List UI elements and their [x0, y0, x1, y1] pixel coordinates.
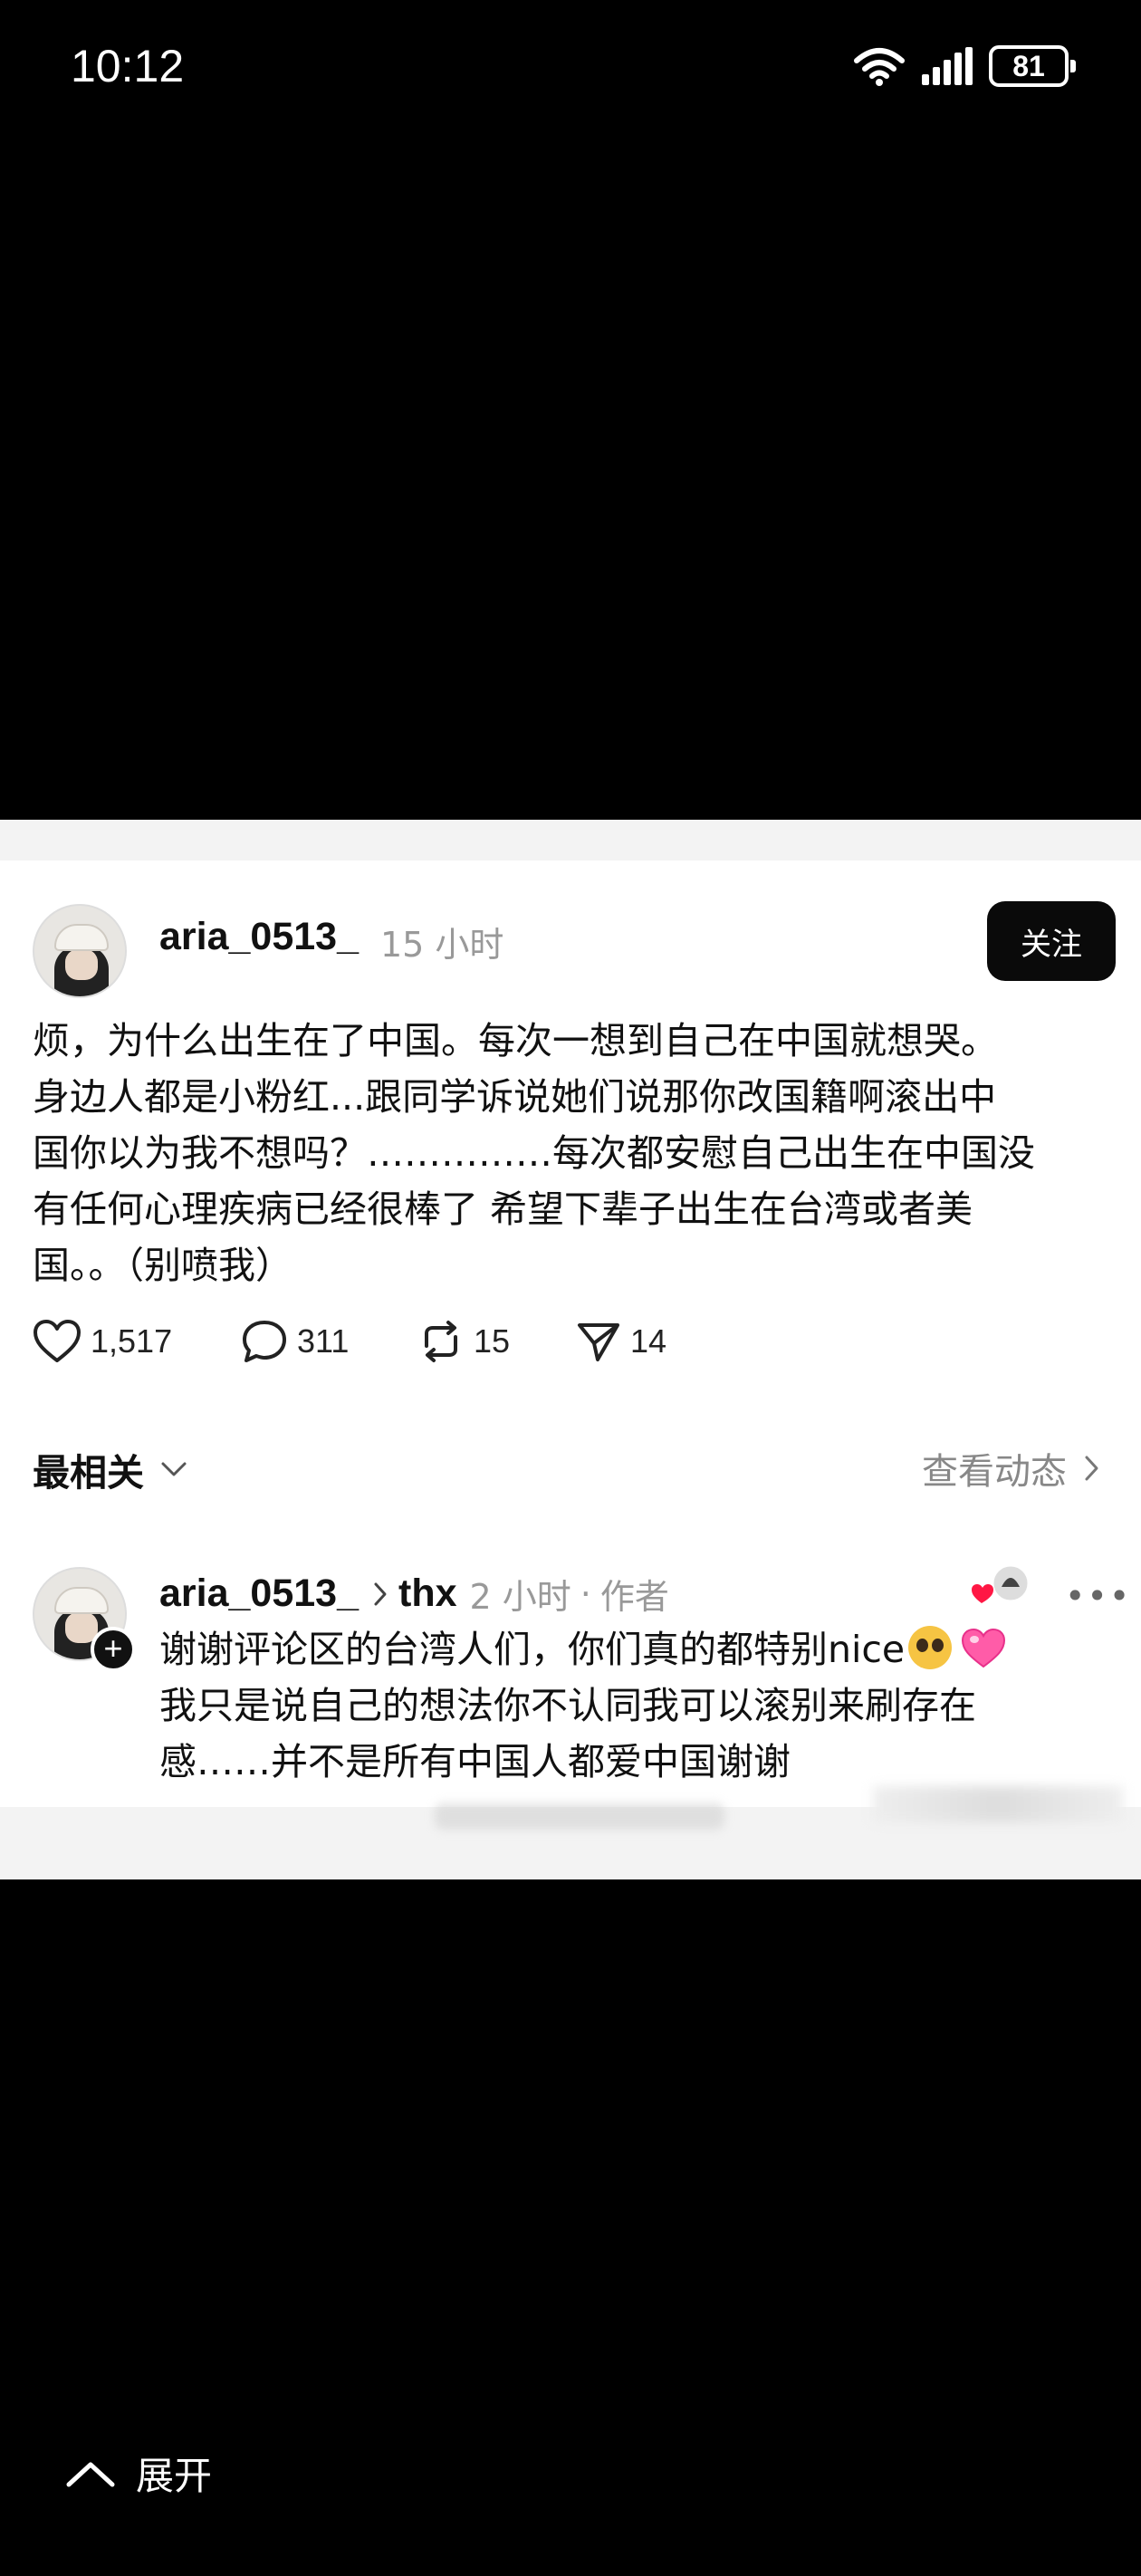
blurred-region — [873, 1786, 1123, 1822]
expand-label: 展开 — [136, 2454, 213, 2498]
post-text: 烦，为什么出生在了中国。每次一想到自己在中国就想哭。 身边人都是小粉红...跟同… — [33, 1013, 1119, 1293]
post-text-line: 国你以为我不想吗？……………每次都安慰自己出生在中国没 — [33, 1131, 1035, 1175]
follow-button[interactable]: 关注 — [987, 901, 1116, 981]
reply-text-line: 谢谢评论区的台湾人们，你们真的都特别nice — [159, 1621, 1101, 1677]
comment-button[interactable]: 311 — [241, 1319, 417, 1364]
comment-icon — [243, 1321, 286, 1362]
author-liked-icon — [972, 1563, 1031, 1603]
pink-heart-emoji-icon — [962, 1628, 1006, 1668]
activity-label: 查看动态 — [922, 1451, 1067, 1493]
post-actions: 1,517 311 15 14 — [33, 1319, 666, 1364]
reply-text: 谢谢评论区的台湾人们，你们真的都特别nice 我只是说自己的想法你不认同我可以滚… — [159, 1621, 1101, 1790]
post-text-line: 国。。（别喷我） — [33, 1244, 292, 1287]
send-icon — [578, 1323, 619, 1361]
share-count: 14 — [630, 1322, 667, 1360]
post-username[interactable]: aria_0513_ — [159, 915, 359, 959]
wifi-icon — [854, 48, 905, 86]
post-text-line: 身边人都是小粉红...跟同学诉说她们说那你改国籍啊滚出中 — [33, 1075, 997, 1119]
status-time: 10:12 — [71, 41, 185, 91]
sort-label: 最相关 — [33, 1451, 144, 1495]
post-time: 15 小时 — [380, 925, 504, 965]
post-screenshot-card: aria_0513_ 15 小时 关注 烦，为什么出生在了中国。每次一想到自己在… — [0, 820, 1141, 1879]
reply-username[interactable]: aria_0513_ — [159, 1572, 359, 1616]
chevron-right-icon — [374, 1582, 387, 1605]
follow-plus-icon[interactable]: + — [91, 1627, 136, 1672]
post-text-line: 烦，为什么出生在了中国。每次一想到自己在中国就想哭。 — [33, 1019, 998, 1062]
post-content: aria_0513_ 15 小时 关注 烦，为什么出生在了中国。每次一想到自己在… — [0, 860, 1141, 1830]
pleading-face-emoji-icon — [908, 1626, 953, 1669]
reply-text-line: 我只是说自己的想法你不认同我可以滚别来刷存在 — [159, 1684, 976, 1727]
repost-button[interactable]: 15 — [417, 1319, 576, 1364]
repost-count: 15 — [474, 1322, 511, 1360]
chevron-down-icon — [161, 1462, 187, 1476]
watermark — [435, 1802, 724, 1830]
battery-level: 81 — [1012, 49, 1045, 82]
status-icons: 81 — [853, 45, 1076, 87]
separator-dot: · — [580, 1573, 591, 1614]
reply-time: 2 小时 — [469, 1577, 571, 1617]
expand-button[interactable]: 展开 — [65, 2446, 212, 2501]
post-avatar[interactable] — [33, 904, 127, 998]
reply-text-line: 感……并不是所有中国人都爱中国谢谢 — [159, 1740, 791, 1783]
heart-icon — [34, 1320, 81, 1362]
status-bar: 10:12 81 — [0, 0, 1141, 136]
reply-to-username[interactable]: thx — [398, 1572, 457, 1616]
sort-dropdown[interactable]: 最相关 — [33, 1442, 187, 1496]
view-activity-link[interactable]: 查看动态 — [922, 1442, 1099, 1495]
reply-header: aria_0513_ thx 2 小时 · 作者 — [159, 1569, 669, 1619]
like-count: 1,517 — [91, 1322, 173, 1360]
comment-count: 311 — [297, 1322, 350, 1360]
reply-text-segment: 谢谢评论区的台湾人们，你们真的都特别nice — [159, 1628, 906, 1671]
repost-icon — [425, 1321, 457, 1362]
share-button[interactable]: 14 — [576, 1320, 666, 1363]
like-button[interactable]: 1,517 — [33, 1319, 241, 1364]
author-badge: 作者 — [599, 1577, 669, 1617]
signal-icon — [922, 47, 973, 85]
post-text-line: 有任何心理疾病已经很棒了 希望下辈子出生在台湾或者美 — [33, 1187, 973, 1231]
more-options-button[interactable]: ••• — [1065, 1576, 1131, 1616]
battery-icon: 81 — [989, 45, 1076, 87]
chevron-up-icon — [66, 2462, 115, 2486]
chevron-right-icon — [1085, 1456, 1098, 1481]
